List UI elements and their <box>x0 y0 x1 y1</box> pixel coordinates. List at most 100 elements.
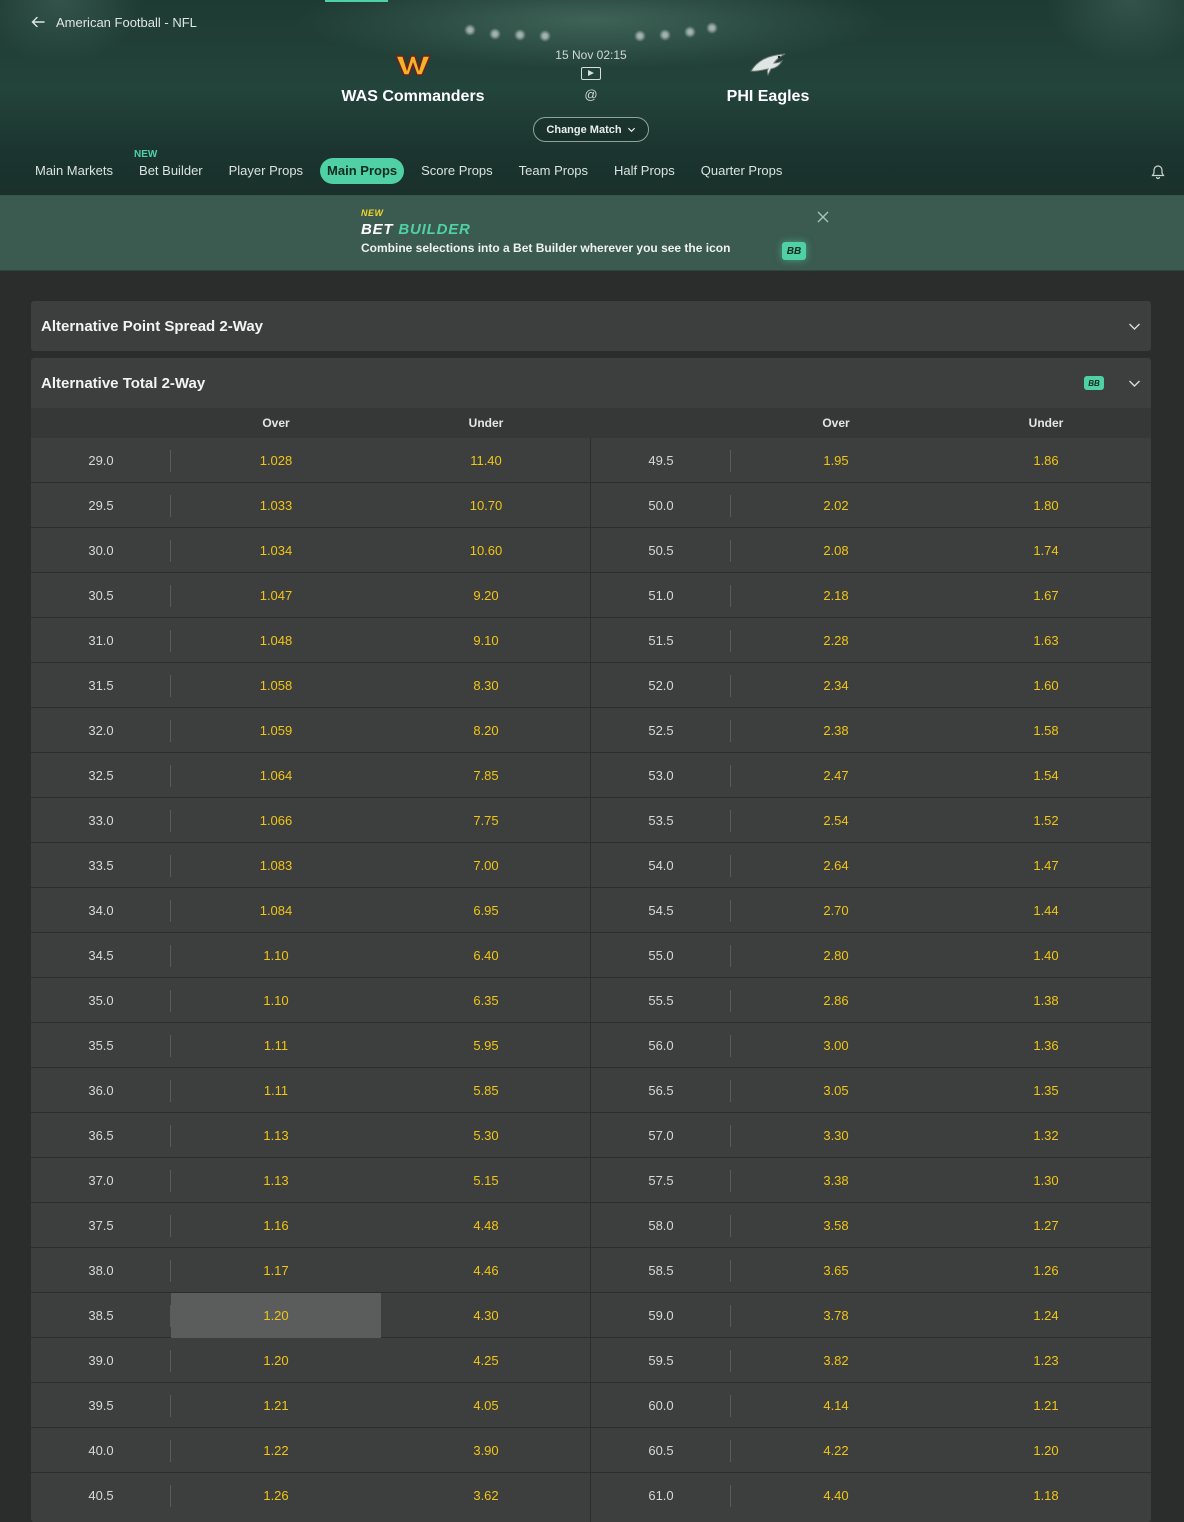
odds-under[interactable]: 1.60 <box>941 663 1151 708</box>
odds-under[interactable]: 1.26 <box>941 1248 1151 1293</box>
odds-under[interactable]: 1.35 <box>941 1068 1151 1113</box>
odds-over[interactable]: 3.05 <box>731 1068 941 1113</box>
odds-over[interactable]: 3.82 <box>731 1338 941 1383</box>
odds-under[interactable]: 4.25 <box>381 1338 591 1383</box>
odds-over[interactable]: 1.059 <box>171 708 381 753</box>
odds-over[interactable]: 3.38 <box>731 1158 941 1203</box>
odds-over[interactable]: 1.11 <box>171 1023 381 1068</box>
odds-over[interactable]: 1.058 <box>171 663 381 708</box>
odds-under[interactable]: 1.63 <box>941 618 1151 663</box>
odds-over[interactable]: 4.22 <box>731 1428 941 1473</box>
odds-over[interactable]: 1.20 <box>171 1338 381 1383</box>
odds-under[interactable]: 4.48 <box>381 1203 591 1248</box>
tab-player-props[interactable]: Player Props <box>220 158 312 184</box>
odds-under[interactable]: 5.85 <box>381 1068 591 1113</box>
odds-over[interactable]: 1.26 <box>171 1473 381 1518</box>
odds-over[interactable]: 2.64 <box>731 843 941 888</box>
odds-over[interactable]: 2.08 <box>731 528 941 573</box>
odds-over[interactable]: 2.54 <box>731 798 941 843</box>
odds-under[interactable]: 10.60 <box>381 528 591 573</box>
tab-bet-builder[interactable]: NEW Bet Builder <box>130 150 212 184</box>
odds-under[interactable]: 1.74 <box>941 528 1151 573</box>
odds-over[interactable]: 1.13 <box>171 1113 381 1158</box>
odds-over[interactable]: 1.21 <box>171 1383 381 1428</box>
odds-over[interactable]: 1.16 <box>171 1203 381 1248</box>
odds-over[interactable]: 1.028 <box>171 438 381 483</box>
back-link[interactable]: American Football - NFL <box>30 14 197 30</box>
odds-under[interactable]: 1.32 <box>941 1113 1151 1158</box>
odds-under[interactable]: 1.47 <box>941 843 1151 888</box>
odds-under[interactable]: 1.36 <box>941 1023 1151 1068</box>
odds-under[interactable]: 1.86 <box>941 438 1151 483</box>
odds-under[interactable]: 1.44 <box>941 888 1151 933</box>
market-header[interactable]: Alternative Point Spread 2-Way <box>31 301 1151 351</box>
odds-over[interactable]: 1.048 <box>171 618 381 663</box>
odds-over[interactable]: 1.034 <box>171 528 381 573</box>
odds-under[interactable]: 1.27 <box>941 1203 1151 1248</box>
odds-over[interactable]: 1.033 <box>171 483 381 528</box>
odds-over[interactable]: 1.22 <box>171 1428 381 1473</box>
odds-over[interactable]: 3.00 <box>731 1023 941 1068</box>
odds-over[interactable]: 1.11 <box>171 1068 381 1113</box>
tab-quarter-props[interactable]: Quarter Props <box>692 158 792 184</box>
odds-over[interactable]: 1.064 <box>171 753 381 798</box>
odds-under[interactable]: 10.70 <box>381 483 591 528</box>
odds-under[interactable]: 1.38 <box>941 978 1151 1023</box>
odds-under[interactable]: 7.00 <box>381 843 591 888</box>
tv-icon[interactable] <box>581 67 601 80</box>
odds-under[interactable]: 9.10 <box>381 618 591 663</box>
odds-over[interactable]: 3.30 <box>731 1113 941 1158</box>
odds-under[interactable]: 1.80 <box>941 483 1151 528</box>
change-match-button[interactable]: Change Match <box>533 117 649 142</box>
odds-over[interactable]: 2.28 <box>731 618 941 663</box>
close-icon[interactable] <box>816 210 830 224</box>
odds-under[interactable]: 1.24 <box>941 1293 1151 1338</box>
odds-over[interactable]: 1.20 <box>171 1293 381 1338</box>
odds-over[interactable]: 2.47 <box>731 753 941 798</box>
odds-over[interactable]: 2.02 <box>731 483 941 528</box>
tab-score-props[interactable]: Score Props <box>412 158 502 184</box>
odds-under[interactable]: 1.40 <box>941 933 1151 978</box>
odds-over[interactable]: 3.58 <box>731 1203 941 1248</box>
odds-under[interactable]: 7.85 <box>381 753 591 798</box>
odds-under[interactable]: 9.20 <box>381 573 591 618</box>
odds-under[interactable]: 5.15 <box>381 1158 591 1203</box>
odds-under[interactable]: 1.30 <box>941 1158 1151 1203</box>
odds-under[interactable]: 5.30 <box>381 1113 591 1158</box>
odds-over[interactable]: 1.047 <box>171 573 381 618</box>
odds-over[interactable]: 2.70 <box>731 888 941 933</box>
odds-under[interactable]: 5.95 <box>381 1023 591 1068</box>
odds-over[interactable]: 4.14 <box>731 1383 941 1428</box>
odds-under[interactable]: 1.23 <box>941 1338 1151 1383</box>
odds-over[interactable]: 1.95 <box>731 438 941 483</box>
odds-under[interactable]: 4.30 <box>381 1293 591 1338</box>
odds-under[interactable]: 8.20 <box>381 708 591 753</box>
odds-over[interactable]: 2.80 <box>731 933 941 978</box>
odds-under[interactable]: 1.58 <box>941 708 1151 753</box>
odds-over[interactable]: 1.066 <box>171 798 381 843</box>
tab-team-props[interactable]: Team Props <box>510 158 597 184</box>
odds-under[interactable]: 11.40 <box>381 438 591 483</box>
tab-main-markets[interactable]: Main Markets <box>26 158 122 184</box>
bell-icon[interactable] <box>1150 164 1166 180</box>
odds-over[interactable]: 1.17 <box>171 1248 381 1293</box>
odds-over[interactable]: 1.13 <box>171 1158 381 1203</box>
odds-over[interactable]: 2.18 <box>731 573 941 618</box>
odds-under[interactable]: 3.62 <box>381 1473 591 1518</box>
odds-under[interactable]: 4.46 <box>381 1248 591 1293</box>
odds-under[interactable]: 6.40 <box>381 933 591 978</box>
odds-over[interactable]: 1.10 <box>171 933 381 978</box>
odds-under[interactable]: 8.30 <box>381 663 591 708</box>
market-header[interactable]: Alternative Total 2-Way BB <box>31 358 1151 408</box>
odds-over[interactable]: 2.38 <box>731 708 941 753</box>
odds-over[interactable]: 1.10 <box>171 978 381 1023</box>
odds-under[interactable]: 7.75 <box>381 798 591 843</box>
odds-over[interactable]: 2.34 <box>731 663 941 708</box>
odds-under[interactable]: 6.35 <box>381 978 591 1023</box>
odds-under[interactable]: 1.20 <box>941 1428 1151 1473</box>
odds-under[interactable]: 1.18 <box>941 1473 1151 1518</box>
odds-over[interactable]: 2.86 <box>731 978 941 1023</box>
tab-main-props[interactable]: Main Props <box>320 158 405 184</box>
odds-over[interactable]: 3.65 <box>731 1248 941 1293</box>
odds-under[interactable]: 3.90 <box>381 1428 591 1473</box>
